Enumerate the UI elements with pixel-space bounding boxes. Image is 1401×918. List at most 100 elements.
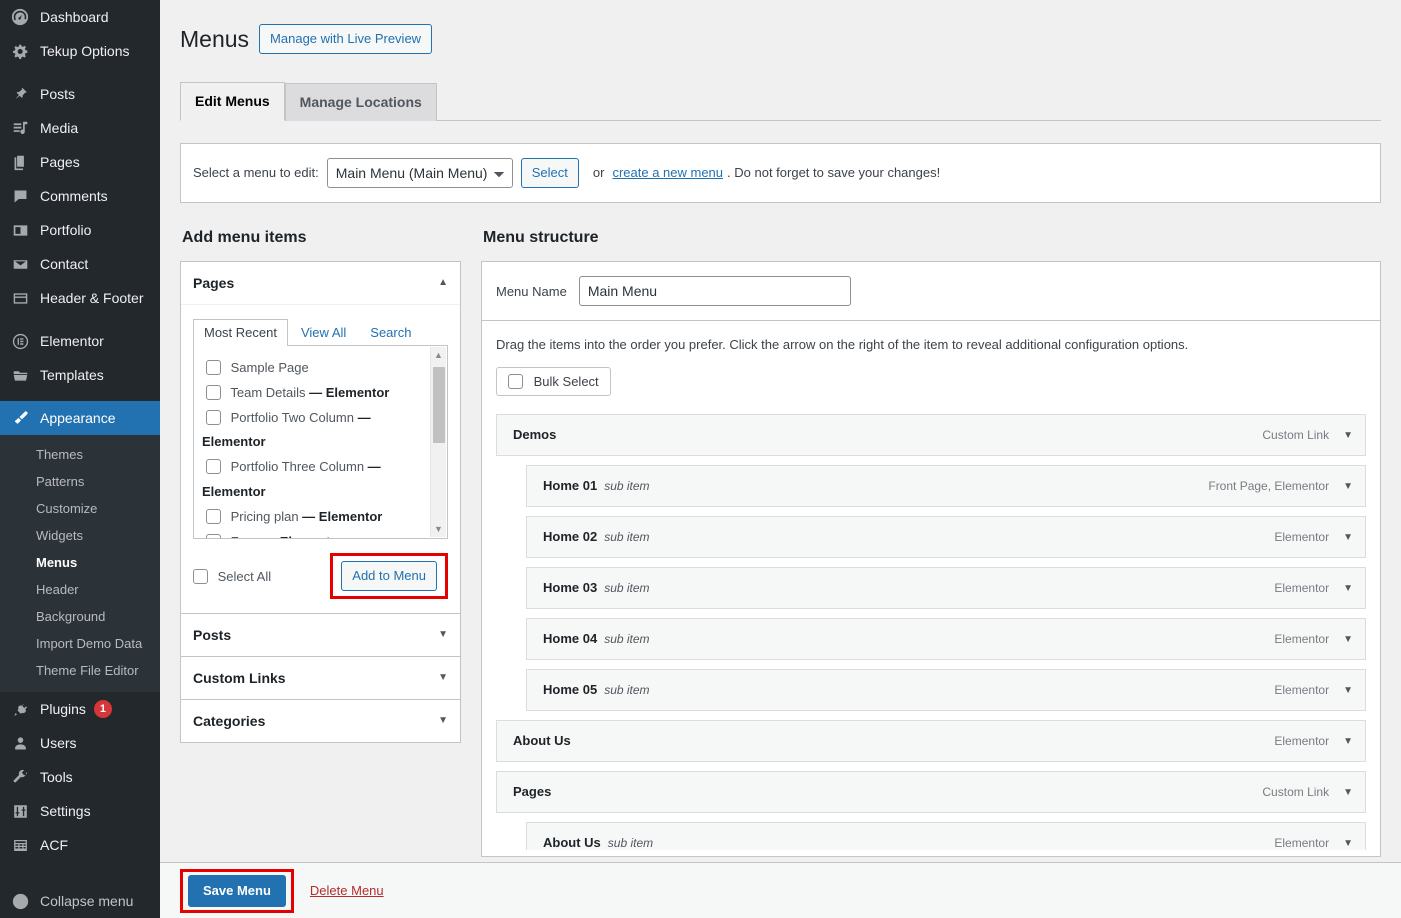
pages-tab-view-all[interactable]: View All (290, 319, 357, 346)
sidebar-item-users[interactable]: Users (0, 726, 160, 760)
pages-tab-most-recent[interactable]: Most Recent (193, 319, 288, 347)
pages-list-scrollbar[interactable]: ▲ ▼ (430, 347, 447, 538)
page-checkbox[interactable] (206, 508, 221, 524)
accordion-title-posts[interactable]: Posts ▼ (181, 614, 460, 657)
sidebar-item-header-footer[interactable]: Header & Footer (0, 281, 160, 315)
menu-item-row[interactable]: Demos Custom Link ▼ (496, 414, 1366, 457)
menu-item-sub-label: sub item (604, 683, 650, 698)
chevron-down-icon[interactable]: ▼ (1343, 838, 1353, 849)
chevron-down-icon[interactable]: ▼ (1343, 583, 1353, 594)
sidebar-item-templates[interactable]: Templates (0, 358, 160, 392)
select-all-checkbox[interactable] (193, 568, 208, 584)
menu-item-row[interactable]: About Us Elementor ▼ (496, 720, 1366, 763)
bulk-select-checkbox[interactable] (508, 374, 523, 390)
page-checkbox[interactable] (206, 459, 221, 475)
plug-icon (10, 699, 30, 719)
sidebar-item-tools[interactable]: Tools (0, 760, 160, 794)
select-all-label[interactable]: Select All (193, 568, 271, 584)
menu-item-row[interactable]: Home 01 sub item Front Page, Elementor ▼ (526, 465, 1366, 508)
accordion-title-categories[interactable]: Categories ▼ (181, 700, 460, 743)
page-checkbox[interactable] (206, 410, 221, 426)
page-checkbox[interactable] (206, 385, 221, 401)
submenu-item-widgets[interactable]: Widgets (0, 522, 160, 549)
chevron-down-icon[interactable]: ▼ (1343, 532, 1353, 543)
menu-item-row[interactable]: Home 03 sub item Elementor ▼ (526, 567, 1366, 610)
page-checkbox-row[interactable]: Portfolio Two Column — Elementor (202, 406, 425, 454)
menu-item-sub-label: sub item (604, 632, 650, 647)
chevron-down-icon[interactable]: ▼ (1343, 736, 1353, 747)
delete-menu-link[interactable]: Delete Menu (310, 883, 384, 898)
scrollbar-track[interactable] (431, 363, 447, 521)
submenu-item-patterns[interactable]: Patterns (0, 468, 160, 495)
chevron-down-icon[interactable]: ▼ (1343, 787, 1353, 798)
sidebar-item-label: Elementor (40, 333, 104, 349)
collapse-menu-button[interactable]: Collapse menu (0, 884, 160, 918)
chevron-up-icon[interactable]: ▲ (438, 278, 448, 288)
scroll-down-icon[interactable]: ▼ (431, 521, 447, 537)
submenu-item-theme-file-editor[interactable]: Theme File Editor (0, 657, 160, 684)
sidebar-item-elementor[interactable]: Elementor (0, 324, 160, 358)
menu-item-row[interactable]: Home 04 sub item Elementor ▼ (526, 618, 1366, 661)
page-checkbox[interactable] (206, 533, 221, 539)
page-checkbox-row[interactable]: Sample Page (202, 356, 425, 380)
sidebar-item-plugins[interactable]: Plugins 1 (0, 692, 160, 726)
sidebar-item-portfolio[interactable]: Portfolio (0, 213, 160, 247)
sidebar-item-contact[interactable]: Contact (0, 247, 160, 281)
sidebar-item-tekup-options[interactable]: Tekup Options (0, 34, 160, 68)
sidebar-item-dashboard[interactable]: Dashboard (0, 0, 160, 34)
submenu-item-header[interactable]: Header (0, 576, 160, 603)
save-menu-button[interactable]: Save Menu (188, 874, 286, 907)
submenu-item-themes[interactable]: Themes (0, 441, 160, 468)
menu-item-row[interactable]: About Us sub item Elementor ▼ (526, 822, 1366, 851)
main-content: Menus Manage with Live Preview Edit Menu… (160, 0, 1401, 918)
submenu-item-import-demo-data[interactable]: Import Demo Data (0, 630, 160, 657)
accordion-title-custom-links[interactable]: Custom Links ▼ (181, 657, 460, 700)
collapse-icon (10, 891, 30, 911)
create-new-menu-link[interactable]: create a new menu (612, 165, 723, 180)
page-checkbox-row[interactable]: Faqs — Elementor (202, 530, 425, 539)
chevron-down-icon[interactable]: ▼ (438, 716, 448, 726)
menu-item-row[interactable]: Pages Custom Link ▼ (496, 771, 1366, 814)
menu-item-type: Elementor (1274, 581, 1330, 596)
plugins-update-badge: 1 (93, 700, 112, 718)
scroll-up-icon[interactable]: ▲ (431, 347, 447, 363)
chevron-down-icon[interactable]: ▼ (1343, 685, 1353, 696)
sidebar-item-media[interactable]: Media (0, 111, 160, 145)
menu-item-type: Elementor (1274, 530, 1330, 545)
menu-name-input[interactable] (578, 276, 851, 307)
chevron-down-icon[interactable]: ▼ (1343, 634, 1353, 645)
menu-select[interactable]: Main Menu (Main Menu) (326, 157, 513, 188)
bulk-select-toggle[interactable]: Bulk Select (496, 367, 611, 397)
sidebar-item-comments[interactable]: Comments (0, 179, 160, 213)
page-checkbox-row[interactable]: Portfolio Three Column — Elementor (202, 455, 425, 503)
chevron-down-icon[interactable]: ▼ (438, 630, 448, 640)
sidebar-item-posts[interactable]: Posts (0, 77, 160, 111)
chevron-down-icon[interactable]: ▼ (1343, 481, 1353, 492)
menu-item-row[interactable]: Home 05 sub item Elementor ▼ (526, 669, 1366, 712)
sidebar-separator (0, 392, 160, 401)
page-checkbox-row[interactable]: Pricing plan — Elementor (202, 505, 425, 529)
sidebar-item-appearance[interactable]: Appearance (0, 401, 160, 435)
tab-manage-locations[interactable]: Manage Locations (284, 82, 437, 121)
sidebar-item-pages[interactable]: Pages (0, 145, 160, 179)
sidebar-item-settings[interactable]: Settings (0, 794, 160, 828)
tab-edit-menus[interactable]: Edit Menus (180, 81, 285, 121)
menu-item-row[interactable]: Home 02 sub item Elementor ▼ (526, 516, 1366, 559)
menu-item-title: Pages (513, 784, 552, 800)
submenu-item-background[interactable]: Background (0, 603, 160, 630)
submenu-item-menus[interactable]: Menus (0, 549, 160, 576)
pages-tab-search[interactable]: Search (359, 319, 422, 346)
manage-with-live-preview-button[interactable]: Manage with Live Preview (259, 24, 433, 55)
folder-icon (10, 365, 30, 385)
sidebar-item-acf[interactable]: ACF (0, 828, 160, 862)
add-to-menu-button[interactable]: Add to Menu (341, 561, 437, 592)
chevron-down-icon[interactable]: ▼ (438, 673, 448, 683)
select-menu-button[interactable]: Select (520, 157, 579, 188)
accordion-title-pages[interactable]: Pages ▲ (181, 262, 460, 305)
scrollbar-thumb[interactable] (432, 367, 445, 444)
page-checkbox-row[interactable]: Team Details — Elementor (202, 381, 425, 405)
portfolio-icon (10, 220, 30, 240)
page-checkbox[interactable] (206, 360, 221, 376)
submenu-item-customize[interactable]: Customize (0, 495, 160, 522)
chevron-down-icon[interactable]: ▼ (1343, 430, 1353, 441)
